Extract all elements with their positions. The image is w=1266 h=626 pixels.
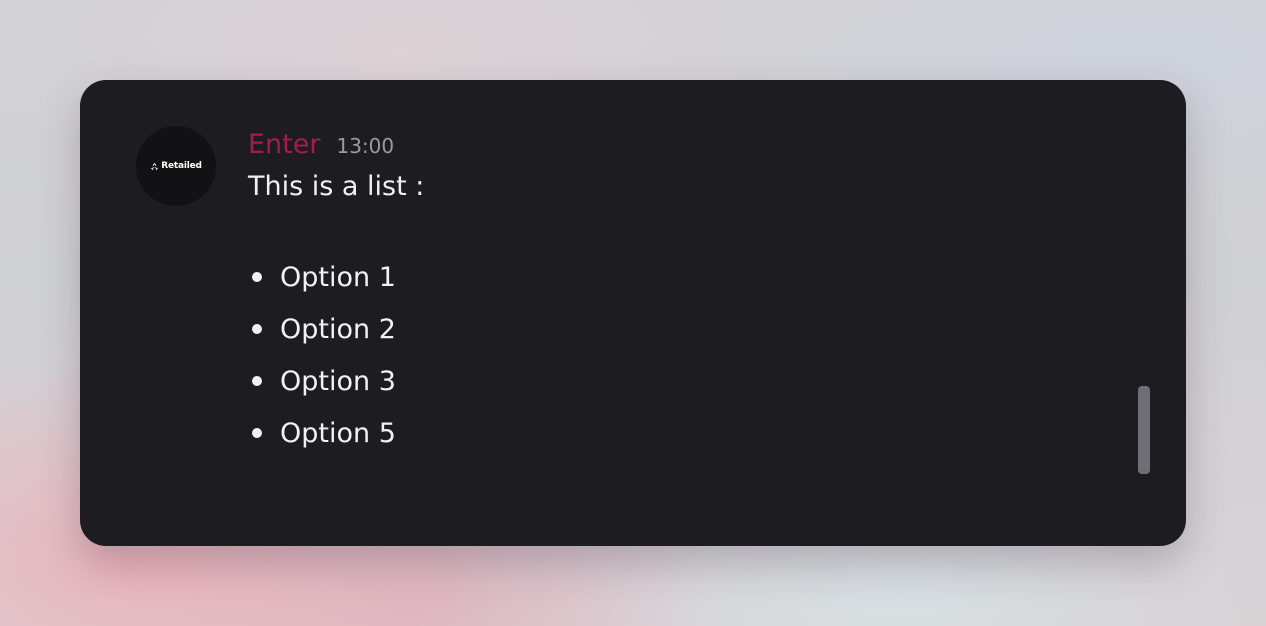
bullet-icon <box>252 324 262 334</box>
option-list: Option 1 Option 2 Option 3 Option 5 <box>248 251 1126 459</box>
list-item-label: Option 5 <box>280 417 396 449</box>
bullet-icon <box>252 272 262 282</box>
list-item-label: Option 2 <box>280 313 396 345</box>
list-item: Option 5 <box>248 407 1126 459</box>
logo-text: Retailed <box>161 161 202 171</box>
bullet-icon <box>252 376 262 386</box>
message-content: Enter 13:00 This is a list : Option 1 Op… <box>248 126 1126 459</box>
author-name[interactable]: Enter <box>248 126 320 164</box>
message-text: This is a list : <box>248 171 425 202</box>
recycle-icon <box>151 162 159 170</box>
retailed-logo: Retailed <box>150 161 202 171</box>
list-item-label: Option 3 <box>280 365 396 397</box>
message-timestamp: 13:00 <box>336 134 395 158</box>
bullet-icon <box>252 428 262 438</box>
message-card: Retailed Enter 13:00 This is a list : Op… <box>80 80 1186 546</box>
avatar[interactable]: Retailed <box>136 126 216 206</box>
list-item: Option 2 <box>248 303 1126 355</box>
scrollbar-thumb[interactable] <box>1138 386 1150 474</box>
message-header: Enter 13:00 <box>248 126 1126 166</box>
list-item-label: Option 1 <box>280 261 396 293</box>
list-item: Option 1 <box>248 251 1126 303</box>
list-item: Option 3 <box>248 355 1126 407</box>
